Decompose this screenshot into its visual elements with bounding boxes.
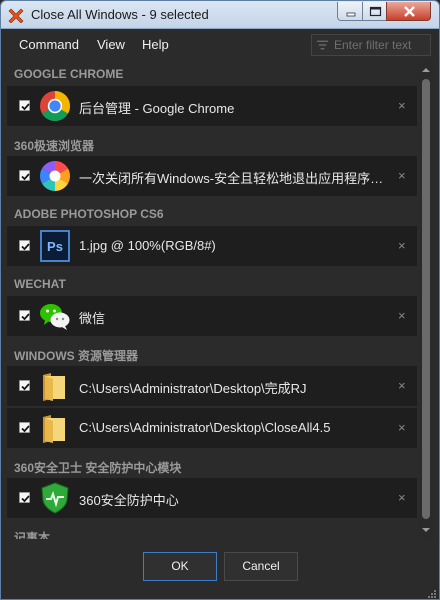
close-all-windows-dialog: Close All Windows - 9 selected Command V…: [0, 0, 440, 600]
minimize-icon: [346, 12, 356, 17]
group-header: 360安全卫士 安全防护中心模块: [14, 461, 182, 475]
remove-item-icon[interactable]: ×: [398, 238, 406, 253]
item-title: 微信: [79, 311, 106, 326]
close-icon: [404, 6, 415, 17]
remove-item-icon[interactable]: ×: [398, 378, 406, 393]
list-item[interactable]: 一次关闭所有Windows-安全且轻松地退出应用程序，然... ×: [7, 156, 417, 196]
list-item[interactable]: C:\Users\Administrator\Desktop\CloseAll4…: [7, 408, 417, 448]
group-header: ADOBE PHOTOSHOP CS6: [14, 207, 164, 221]
cancel-button[interactable]: Cancel: [224, 552, 298, 581]
remove-item-icon[interactable]: ×: [398, 490, 406, 505]
list-item[interactable]: 微信 ×: [7, 296, 417, 336]
360-shield-icon: [41, 482, 69, 514]
item-title: C:\Users\Administrator\Desktop\CloseAll4…: [79, 420, 331, 435]
svg-text:Ps: Ps: [47, 239, 63, 254]
menu-help[interactable]: Help: [142, 37, 169, 52]
filter-input[interactable]: [334, 38, 430, 52]
item-title: 1.jpg @ 100%(RGB/8#): [79, 238, 216, 253]
resize-grip-icon[interactable]: [427, 589, 437, 599]
item-checkbox[interactable]: [19, 100, 30, 111]
group-header: GOOGLE CHROME: [14, 67, 124, 81]
list-item[interactable]: Ps 1.jpg @ 100%(RGB/8#) ×: [7, 226, 417, 266]
item-title: C:\Users\Administrator\Desktop\完成RJ: [79, 381, 307, 396]
scroll-up-icon[interactable]: [419, 63, 433, 77]
group-header: 360极速浏览器: [14, 139, 95, 153]
remove-item-icon[interactable]: ×: [398, 308, 406, 323]
item-title: 一次关闭所有Windows-安全且轻松地退出应用程序，然...: [79, 171, 389, 186]
group-header: 记事本: [14, 531, 51, 539]
folder-icon: [43, 373, 65, 401]
remove-item-icon[interactable]: ×: [398, 168, 406, 183]
group-header: WINDOWS 资源管理器: [14, 349, 138, 363]
scroll-down-icon[interactable]: [419, 523, 433, 537]
title-bar[interactable]: Close All Windows - 9 selected: [1, 1, 439, 29]
item-checkbox[interactable]: [19, 422, 30, 433]
close-x-app-icon: [8, 8, 24, 23]
menu-command[interactable]: Command: [19, 37, 79, 52]
window-title: Close All Windows - 9 selected: [31, 7, 209, 22]
item-checkbox[interactable]: [19, 240, 30, 251]
list-item[interactable]: C:\Users\Administrator\Desktop\完成RJ ×: [7, 366, 417, 406]
window-list: GOOGLE CHROME 后台管理 - Google Chrome × 360…: [7, 61, 417, 539]
maximize-button[interactable]: [362, 2, 387, 21]
menu-view[interactable]: View: [97, 37, 125, 52]
menu-bar: Command View Help: [1, 29, 439, 59]
chrome-icon: [40, 91, 71, 122]
remove-item-icon[interactable]: ×: [398, 420, 406, 435]
wechat-icon: [40, 304, 70, 330]
folder-icon: [43, 415, 65, 443]
360-browser-icon: [39, 161, 71, 191]
group-header: WECHAT: [14, 277, 66, 291]
photoshop-icon: Ps: [40, 230, 70, 262]
ok-button[interactable]: OK: [143, 552, 217, 581]
close-window-button[interactable]: [386, 2, 431, 21]
scrollbar-thumb[interactable]: [422, 79, 430, 519]
item-checkbox[interactable]: [19, 170, 30, 181]
item-title: 后台管理 - Google Chrome: [79, 101, 235, 116]
dialog-footer: OK Cancel: [1, 539, 439, 599]
item-checkbox[interactable]: [19, 380, 30, 391]
item-title: 360安全防护中心: [79, 493, 179, 508]
item-checkbox[interactable]: [19, 310, 30, 321]
filter-box[interactable]: [311, 34, 431, 56]
remove-item-icon[interactable]: ×: [398, 98, 406, 113]
item-checkbox[interactable]: [19, 492, 30, 503]
list-scrollbar[interactable]: [419, 61, 433, 541]
maximize-icon: [369, 6, 382, 17]
minimize-button[interactable]: [337, 2, 363, 21]
filter-icon: [316, 40, 329, 50]
list-item[interactable]: 360安全防护中心 ×: [7, 478, 417, 518]
list-item[interactable]: 后台管理 - Google Chrome ×: [7, 86, 417, 126]
